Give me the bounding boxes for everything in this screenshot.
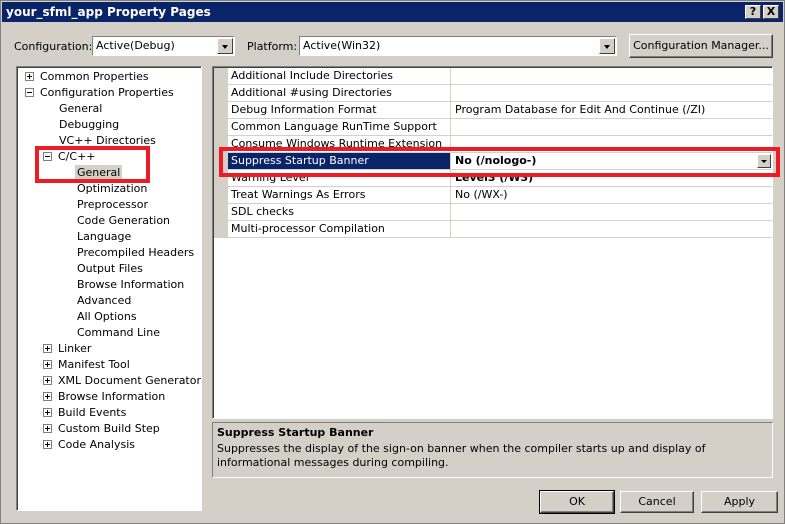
platform-label: Platform: (247, 40, 298, 53)
property-row[interactable]: Debug Information Format Program Database… (228, 102, 772, 119)
property-value (452, 119, 772, 135)
apply-button[interactable]: Apply (701, 491, 778, 513)
property-value (452, 204, 772, 220)
chevron-down-icon[interactable] (217, 38, 233, 54)
configuration-value: Active(Debug) (96, 39, 175, 52)
tree-item-label: Command Line (77, 326, 160, 339)
property-name: Consume Windows Runtime Extension (228, 136, 451, 152)
tree-item-label: Browse Information (77, 278, 185, 291)
property-row[interactable]: Consume Windows Runtime Extension (228, 136, 772, 153)
tree-item-label: Browse Information (58, 390, 166, 403)
property-value (452, 85, 772, 101)
property-name: Suppress Startup Banner (228, 153, 451, 169)
collapse-icon[interactable] (43, 152, 52, 161)
tree-item-label: VC++ Directories (59, 134, 156, 147)
property-row[interactable]: Additional #using Directories (228, 85, 772, 102)
property-name: Additional Include Directories (228, 68, 451, 84)
tree-item-label: Configuration Properties (40, 86, 174, 99)
settings-tree[interactable]: Common Properties Configuration Propertie… (16, 66, 202, 511)
property-value (452, 136, 772, 152)
property-pages-dialog: your_sfml_app Property Pages ? X Configu… (0, 0, 785, 524)
property-row[interactable]: Treat Warnings As Errors No (/WX-) (228, 187, 772, 204)
tree-item-label: Common Properties (40, 70, 149, 83)
ok-button[interactable]: OK (539, 490, 615, 514)
property-row[interactable]: Warning Level Level3 (/W3) (228, 170, 772, 187)
expand-icon[interactable] (43, 344, 52, 353)
tree-item-label: Linker (58, 342, 92, 355)
configuration-select[interactable]: Active(Debug) (92, 36, 235, 56)
property-row[interactable]: Common Language RunTime Support (228, 119, 772, 136)
tree-item-label: Debugging (59, 118, 120, 131)
property-name: Multi-processor Compilation (228, 221, 451, 237)
property-value (452, 68, 772, 84)
expand-icon[interactable] (43, 360, 52, 369)
property-grid[interactable]: Additional Include Directories Additional… (212, 66, 773, 419)
tree-item-label: C/C++ (58, 150, 96, 163)
description-panel: Suppress Startup Banner Suppresses the d… (212, 422, 773, 478)
property-value[interactable]: No (/nologo-) (452, 153, 772, 169)
property-value: No (/WX-) (455, 188, 508, 201)
tree-item-label: All Options (77, 310, 137, 323)
configuration-manager-button[interactable]: Configuration Manager... (629, 34, 773, 58)
property-row[interactable]: SDL checks (228, 204, 772, 221)
expand-icon[interactable] (25, 72, 34, 81)
tree-item-label: Custom Build Step (58, 422, 160, 435)
chevron-down-icon[interactable] (757, 154, 771, 168)
property-value: Level3 (/W3) (455, 171, 534, 184)
property-value (452, 221, 772, 237)
tree-item-label: Precompiled Headers (77, 246, 195, 259)
tree-item-label: Output Files (77, 262, 143, 275)
tree-item-label: General (75, 165, 123, 181)
property-row[interactable]: Multi-processor Compilation (228, 221, 772, 238)
expand-icon[interactable] (43, 408, 52, 417)
property-name: Treat Warnings As Errors (228, 187, 451, 203)
tree-item-label: Code Generation (77, 214, 171, 227)
tree-item-label: General (59, 102, 103, 115)
title-bar[interactable]: your_sfml_app Property Pages ? X (2, 2, 783, 22)
tree-item-label: Code Analysis (58, 438, 135, 451)
property-name: Warning Level (228, 170, 451, 186)
property-name: Common Language RunTime Support (228, 119, 451, 135)
property-row[interactable]: Suppress Startup Banner No (/nologo-) (228, 153, 772, 170)
cancel-button[interactable]: Cancel (620, 491, 694, 513)
expand-icon[interactable] (43, 392, 52, 401)
tree-item-label: Build Events (58, 406, 127, 419)
configuration-label: Configuration: (14, 40, 93, 53)
expand-icon[interactable] (43, 440, 52, 449)
property-name: Debug Information Format (228, 102, 451, 118)
expand-icon[interactable] (43, 424, 52, 433)
property-value: Program Database for Edit And Continue (… (455, 103, 706, 116)
window-title: your_sfml_app Property Pages (6, 5, 211, 19)
close-button[interactable]: X (763, 5, 779, 19)
grid-gutter (214, 68, 228, 238)
property-name: SDL checks (228, 204, 451, 220)
tree-item-label: Preprocessor (77, 198, 149, 211)
tree-item-label: Optimization (77, 182, 148, 195)
platform-select[interactable]: Active(Win32) (299, 36, 617, 56)
tree-item-label: Manifest Tool (58, 358, 130, 371)
property-row[interactable]: Additional Include Directories (228, 68, 772, 85)
platform-value: Active(Win32) (303, 39, 381, 52)
tree-item-label: Language (77, 230, 132, 243)
help-button[interactable]: ? (745, 5, 761, 19)
property-name: Additional #using Directories (228, 85, 451, 101)
chevron-down-icon[interactable] (599, 38, 615, 54)
tree-item-label: XML Document Generator (58, 374, 201, 387)
expand-icon[interactable] (43, 376, 52, 385)
tree-item-label: Advanced (77, 294, 132, 307)
description-text: Suppresses the display of the sign-on ba… (217, 442, 706, 469)
description-title: Suppress Startup Banner (217, 426, 374, 439)
collapse-icon[interactable] (25, 88, 34, 97)
